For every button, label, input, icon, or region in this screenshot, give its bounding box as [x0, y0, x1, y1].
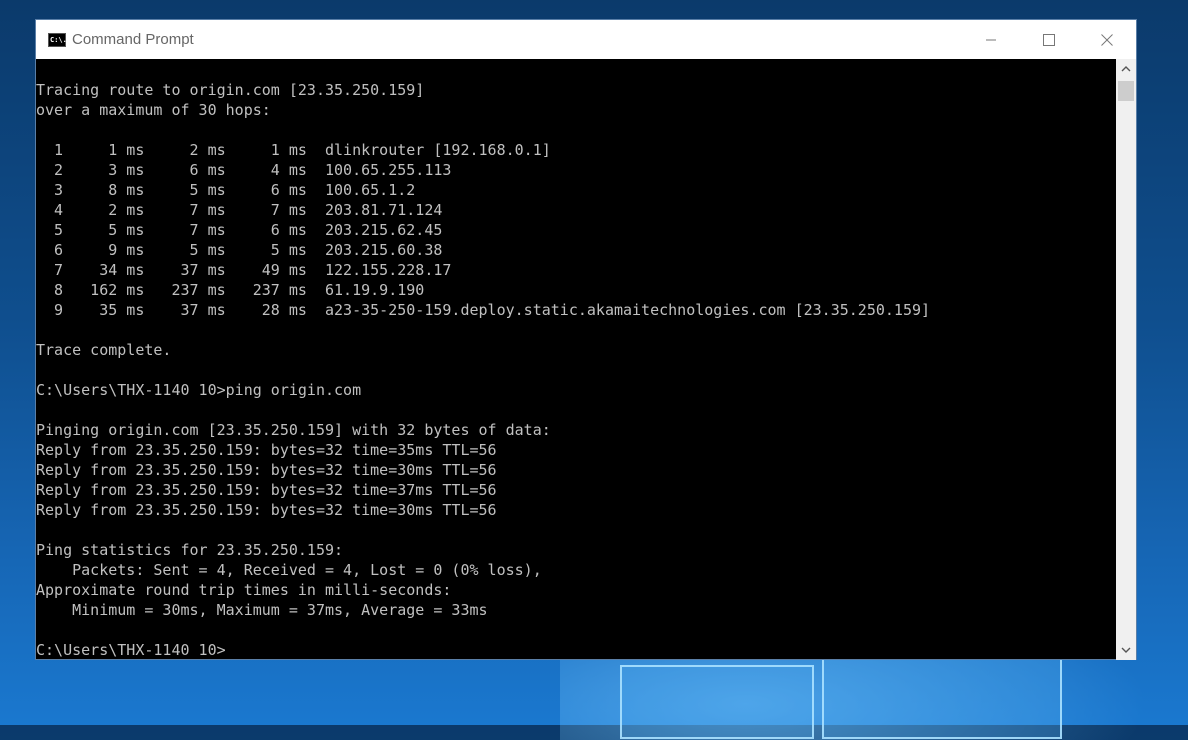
close-button[interactable]	[1078, 20, 1136, 59]
console-line: Reply from 23.35.250.159: bytes=32 time=…	[36, 481, 497, 499]
console-line: 7 34 ms 37 ms 49 ms 122.155.228.17	[36, 261, 452, 279]
console-text: Tracing route to origin.com [23.35.250.1…	[36, 59, 1116, 660]
cmd-app-icon: C:\.	[48, 32, 67, 47]
console-line: Trace complete.	[36, 341, 172, 359]
console-line: Ping statistics for 23.35.250.159:	[36, 541, 344, 559]
close-icon	[1101, 33, 1113, 46]
console-line: Reply from 23.35.250.159: bytes=32 time=…	[36, 501, 497, 519]
title-bar[interactable]: C:\. Command Prompt	[36, 20, 1136, 59]
console-line: 6 9 ms 5 ms 5 ms 203.215.60.38	[36, 241, 443, 259]
console-line: Minimum = 30ms, Maximum = 37ms, Average …	[36, 601, 488, 619]
command-prompt-window: C:\. Command Prompt Tracing route to ori…	[35, 19, 1137, 660]
console-line: 4 2 ms 7 ms 7 ms 203.81.71.124	[36, 201, 443, 219]
console-line: 8 162 ms 237 ms 237 ms 61.19.9.190	[36, 281, 425, 299]
console-line: 5 5 ms 7 ms 6 ms 203.215.62.45	[36, 221, 443, 239]
scroll-up-button[interactable]	[1116, 59, 1136, 79]
console-line: 3 8 ms 5 ms 6 ms 100.65.1.2	[36, 181, 416, 199]
vertical-scrollbar[interactable]	[1116, 59, 1136, 660]
console-line: Reply from 23.35.250.159: bytes=32 time=…	[36, 441, 497, 459]
console-line: Approximate round trip times in milli-se…	[36, 581, 452, 599]
console-line: 2 3 ms 6 ms 4 ms 100.65.255.113	[36, 161, 452, 179]
chevron-down-icon	[1121, 647, 1131, 653]
minimize-icon	[986, 39, 996, 40]
scroll-thumb[interactable]	[1118, 81, 1134, 101]
console-line: Reply from 23.35.250.159: bytes=32 time=…	[36, 461, 497, 479]
console-line: C:\Users\THX-1140 10>	[36, 641, 226, 659]
console-line: C:\Users\THX-1140 10>ping origin.com	[36, 381, 362, 399]
scroll-down-button[interactable]	[1116, 640, 1136, 660]
console-line: Tracing route to origin.com [23.35.250.1…	[36, 81, 425, 99]
maximize-icon	[1043, 33, 1055, 46]
console-line: 1 1 ms 2 ms 1 ms dlinkrouter [192.168.0.…	[36, 141, 551, 159]
windows-logo-backdrop	[600, 655, 1070, 739]
window-controls	[962, 20, 1136, 59]
console-output[interactable]: Tracing route to origin.com [23.35.250.1…	[36, 59, 1116, 660]
chevron-up-icon	[1121, 66, 1131, 72]
console-line: Packets: Sent = 4, Received = 4, Lost = …	[36, 561, 542, 579]
console-line: 9 35 ms 37 ms 28 ms a23-35-250-159.deplo…	[36, 301, 931, 319]
maximize-button[interactable]	[1020, 20, 1078, 59]
console-line: Pinging origin.com [23.35.250.159] with …	[36, 421, 551, 439]
console-line: over a maximum of 30 hops:	[36, 101, 271, 119]
window-title: Command Prompt	[72, 31, 194, 48]
minimize-button[interactable]	[962, 20, 1020, 59]
